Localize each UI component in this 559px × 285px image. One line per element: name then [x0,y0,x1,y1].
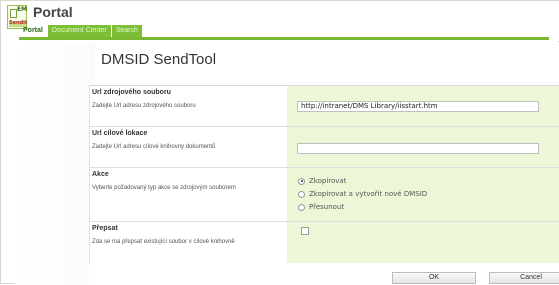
radio-icon[interactable] [298,190,305,198]
radio-zkopirovat[interactable]: Zkopírovat [298,177,346,185]
page-title: DMSID SendTool [101,51,217,68]
value-cell: http://intranet/DMS Library/iisstart.htm [287,86,559,127]
radio-zkopirovat-dmsid[interactable]: Zkopírovat a vytvořit nové DMSID [298,190,427,198]
logo-text: EM [17,6,28,13]
action-description: Vyberte požadovaný typ akce se zdrojovým… [92,185,236,191]
source-url-title: Url zdrojového souboru [92,89,171,96]
source-url-input[interactable]: http://intranet/DMS Library/iisstart.htm [297,101,539,112]
tab-underline [19,37,549,40]
action-title: Akce [92,171,109,178]
radio-presunout[interactable]: Přesunout [298,203,344,211]
form-row-source: Url zdrojového souboru Zadejte Url adres… [90,86,559,127]
target-url-description: Zadejte Url adresu cílové knihovny dokum… [92,144,216,150]
radio-label: Přesunout [309,203,345,211]
overwrite-description: Zda se má přepsat existující soubor v cí… [92,239,235,245]
app-window: EM Sendit Portal Portal Document Center … [0,0,559,285]
left-gutter [15,42,95,285]
source-url-description: Zadejte Url adresu zdrojového souboru [92,103,196,109]
ok-button[interactable]: OK [392,272,476,284]
tab-search[interactable]: Search [111,25,142,37]
value-cell: Zkopírovat Zkopírovat a vytvořit nové DM… [287,168,559,222]
tab-portal[interactable]: Portal [19,25,47,37]
radio-label: Zkopírovat [309,177,347,185]
radio-icon[interactable] [298,203,305,211]
label-cell: Url zdrojového souboru Zadejte Url adres… [90,86,287,127]
cancel-button[interactable]: Cancel [489,272,559,284]
label-cell: Url cílové lokace Zadejte Url adresu cíl… [90,127,287,168]
value-cell [287,222,559,264]
overwrite-title: Přepsat [92,225,118,232]
logo-page-shape [10,9,17,18]
form-row-action: Akce Vyberte požadovaný typ akce se zdro… [90,168,559,222]
top-bar: EM Sendit Portal Portal Document Center … [1,1,559,41]
radio-selected-icon[interactable] [298,177,305,185]
target-url-input[interactable] [297,143,539,154]
form-row-target: Url cílové lokace Zadejte Url adresu cíl… [90,127,559,168]
tab-document-center[interactable]: Document Center [47,25,111,37]
radio-label: Zkopírovat a vytvořit nové DMSID [309,190,428,198]
overwrite-checkbox[interactable] [301,227,309,235]
form-row-overwrite: Přepsat Zda se má přepsat existující sou… [90,222,559,264]
label-cell: Přepsat Zda se má přepsat existující sou… [90,222,287,264]
value-cell [287,127,559,168]
label-cell: Akce Vyberte požadovaný typ akce se zdro… [90,168,287,222]
button-bar: OK Cancel [89,263,559,285]
portal-title: Portal [33,4,73,20]
sendtool-form: Url zdrojového souboru Zadejte Url adres… [89,85,559,264]
target-url-title: Url cílové lokace [92,130,148,137]
tab-bar: Portal Document Center Search [19,25,142,37]
